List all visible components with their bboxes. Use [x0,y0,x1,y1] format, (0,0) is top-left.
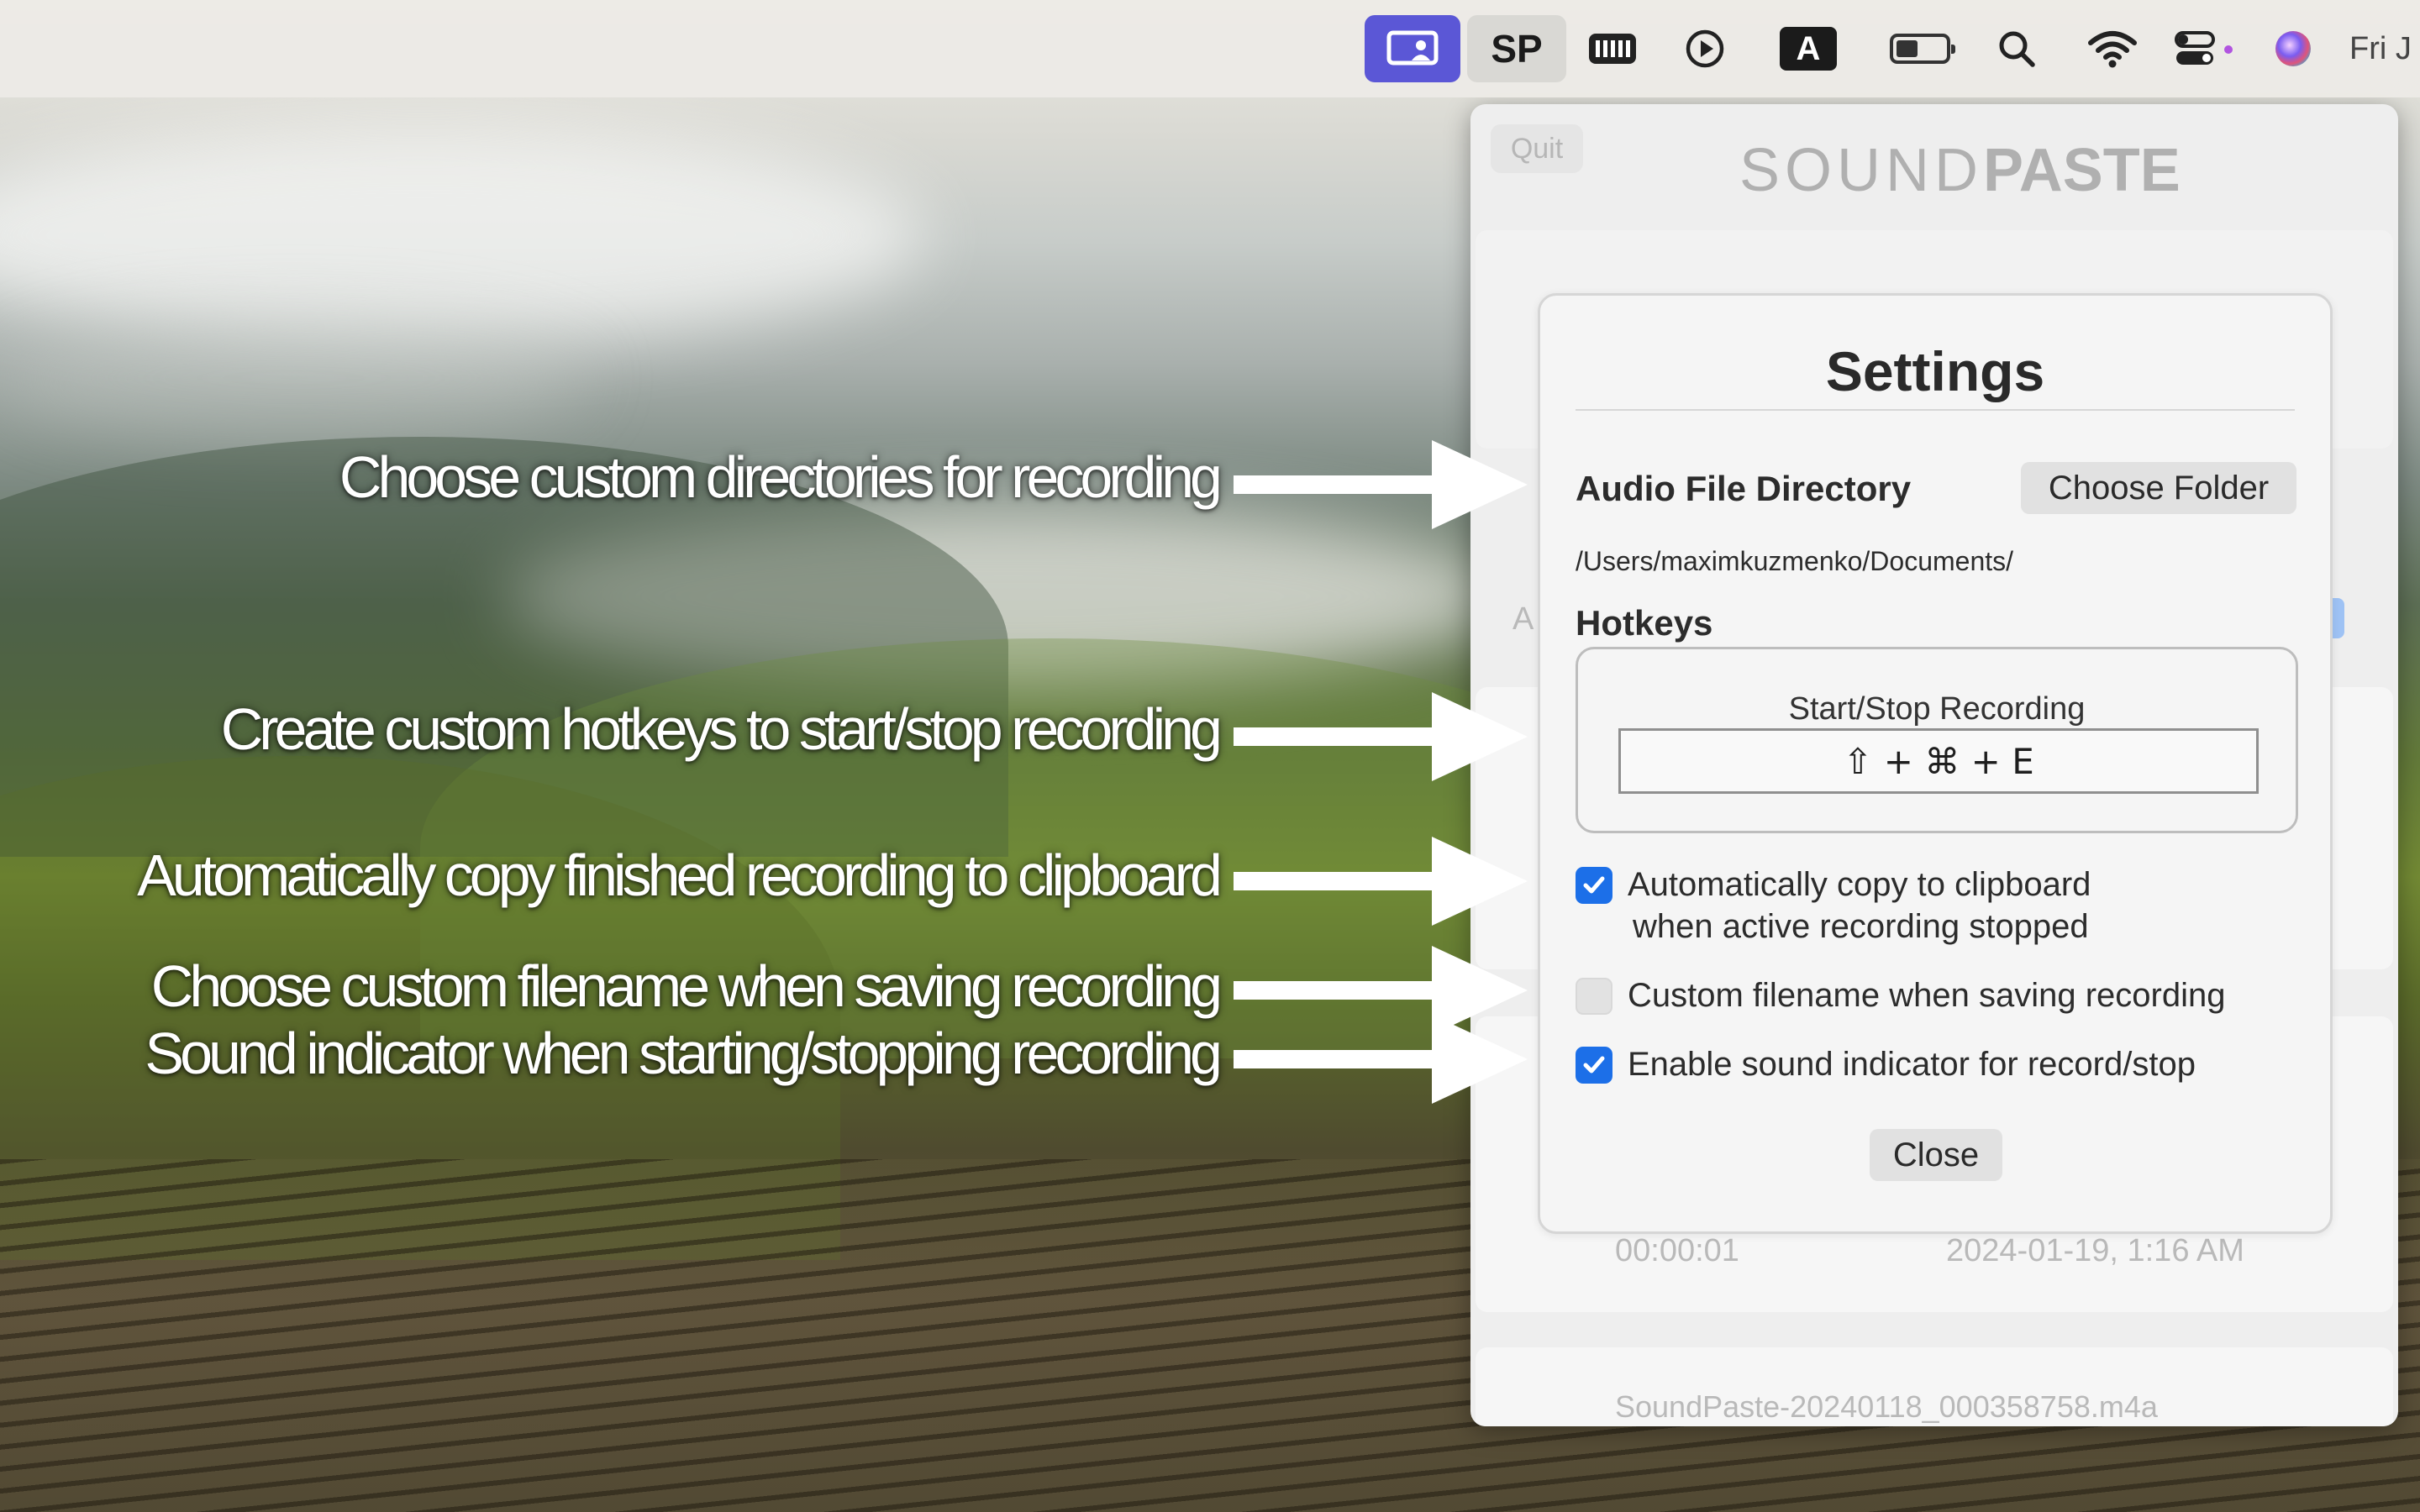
menu-bar: SP A Fri J [0,0,2420,97]
annotation-hotkeys: Create custom hotkeys to start/stop reco… [220,696,1223,762]
annotation-sound: Sound indicator when starting/stopping r… [145,1021,1223,1086]
audio-directory-label: Audio File Directory [1576,469,1912,508]
annotation-filename: Choose custom filename when saving recor… [150,953,1223,1019]
screen-share-icon[interactable] [1365,15,1460,82]
text-input-a-icon[interactable]: A [1776,15,1840,82]
annotation-arrow [1234,440,1528,529]
choose-folder-button[interactable]: Choose Folder [2021,462,2296,514]
settings-title: Settings [1825,340,2045,402]
custom-filename-label: Custom filename when saving recording [1628,977,2226,1014]
soundpaste-sp-label: SP [1491,27,1543,71]
battery-icon[interactable] [1882,15,1958,82]
keyboard-icon[interactable] [1578,15,1647,82]
recording-date: 2024-01-19, 1:16 AM [1946,1233,2244,1268]
siri-icon[interactable] [2267,15,2319,82]
hotkeys-group: Start/Stop Recording ⇧ + ⌘ + E [1576,647,2298,833]
sound-indicator-checkbox[interactable] [1576,1047,1612,1084]
directory-path: /Users/maximkuzmenko/Documents/ [1576,546,2014,576]
copy-clipboard-label: Automatically copy to clipboard when act… [1628,866,2091,945]
search-icon[interactable] [1985,15,2049,82]
app-partial-label: A [1512,601,1534,637]
annotation-clipboard: Automatically copy finished recording to… [137,843,1223,908]
wifi-icon[interactable] [2079,15,2146,82]
copy-clipboard-checkbox[interactable] [1576,867,1612,904]
recording-duration: 00:00:01 [1615,1233,1739,1268]
annotation-directories: Choose custom directories for recording [339,444,1223,510]
soundpaste-logo: SOUNDPASTE [1739,137,2181,204]
quit-button[interactable]: Quit [1491,124,1583,173]
hotkeys-label: Hotkeys [1576,603,1713,643]
control-center-icon[interactable] [2168,15,2244,82]
play-circle-icon[interactable] [1672,15,1738,82]
annotation-arrow [1234,1015,1528,1104]
settings-dialog: Settings Audio File Directory Choose Fol… [1538,293,2333,1234]
annotation-arrow [1234,837,1528,926]
hotkey-action-label: Start/Stop Recording [1788,691,2086,727]
battery-level [1890,34,1955,64]
title-divider [1576,409,2295,411]
hotkey-recorder-field[interactable]: ⇧ + ⌘ + E [1618,728,2259,794]
sound-indicator-label: Enable sound indicator for record/stop [1628,1046,2196,1083]
close-button[interactable]: Close [1870,1129,2002,1181]
soundpaste-sp-icon[interactable]: SP [1467,15,1566,82]
menu-bar-date[interactable]: Fri J [2349,17,2420,81]
custom-filename-checkbox[interactable] [1576,978,1612,1015]
recording-filename: SoundPaste-20240118_000358758.m4a [1615,1389,2158,1424]
annotation-arrow [1234,692,1528,781]
